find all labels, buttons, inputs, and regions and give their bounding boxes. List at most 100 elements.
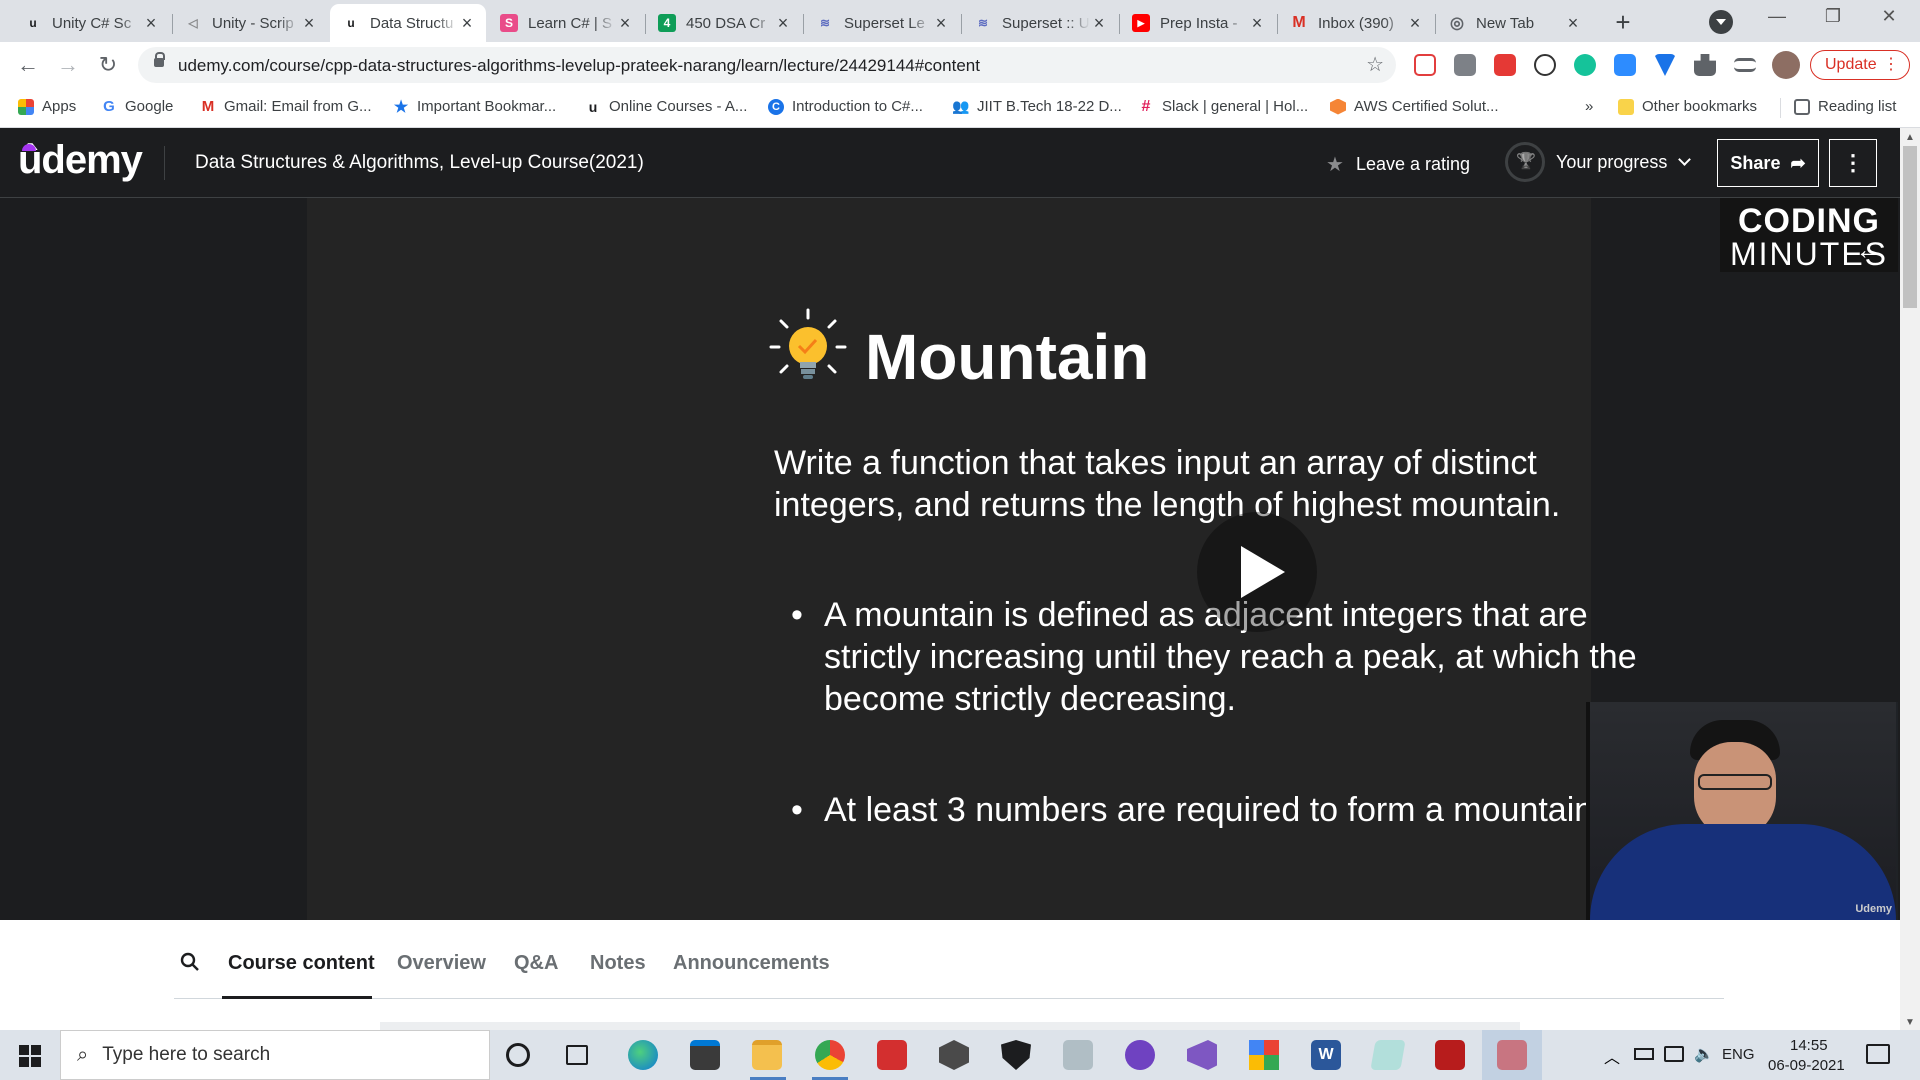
url-text[interactable]: udemy.com/course/cpp-data-structures-alg…	[178, 56, 980, 76]
security-shield-icon[interactable]	[1001, 1040, 1031, 1070]
volume-icon[interactable]: 🔈	[1694, 1044, 1714, 1064]
your-progress-dropdown[interactable]: Your progress	[1556, 152, 1692, 173]
close-tab-icon[interactable]: ×	[1564, 13, 1582, 34]
expand-sidebar-arrow-icon[interactable]: ←	[1855, 234, 1883, 266]
app-icon[interactable]	[1063, 1040, 1093, 1070]
update-button[interactable]: Update ⋮	[1810, 50, 1910, 80]
reload-icon[interactable]: ↻	[94, 51, 122, 79]
reading-list[interactable]: Reading list	[1794, 98, 1896, 115]
more-bookmarks-chevron[interactable]: »	[1585, 98, 1593, 115]
store-icon[interactable]	[690, 1040, 720, 1070]
scroll-thumb[interactable]	[1903, 146, 1917, 308]
tab-overview[interactable]: Overview	[397, 952, 486, 975]
app-icon[interactable]	[1249, 1040, 1279, 1070]
extensions-puzzle-icon[interactable]	[1694, 54, 1716, 76]
bookmark-jiit[interactable]: 👥 JIIT B.Tech 18-22 D...	[952, 98, 1122, 115]
bookmark-important[interactable]: ★ Important Bookmar...	[393, 98, 556, 116]
bookmark-star-icon[interactable]: ☆	[1366, 52, 1384, 77]
bookmark-aws[interactable]: AWS Certified Solut...	[1330, 98, 1499, 115]
show-hidden-icons-chevron-icon[interactable]: ︿	[1604, 1044, 1620, 1068]
file-explorer-icon[interactable]	[752, 1040, 782, 1070]
page-scrollbar[interactable]: ▲ ▼	[1900, 128, 1920, 1030]
task-view-icon[interactable]	[566, 1045, 588, 1065]
close-tab-icon[interactable]: ×	[300, 13, 318, 34]
network-icon[interactable]	[1664, 1046, 1684, 1062]
extension-icon[interactable]	[1654, 54, 1676, 76]
clock-time[interactable]: 14:55	[1790, 1037, 1828, 1054]
github-desktop-icon[interactable]	[1125, 1040, 1155, 1070]
udemy-logo[interactable]: ûdemy	[18, 138, 143, 183]
acrobat-icon[interactable]	[1435, 1040, 1465, 1070]
tab-notes[interactable]: Notes	[590, 952, 646, 975]
word-icon[interactable]: W	[1311, 1040, 1341, 1070]
trophy-icon[interactable]	[1505, 142, 1545, 182]
forward-icon[interactable]: →	[54, 51, 82, 79]
restore-icon[interactable]: ❐	[1810, 6, 1856, 36]
app-icon[interactable]	[877, 1040, 907, 1070]
minimize-icon[interactable]: —	[1754, 6, 1800, 36]
browser-tab[interactable]: S Learn C# | S ×	[488, 4, 644, 42]
close-tab-icon[interactable]: ×	[142, 13, 160, 34]
tab-search-icon[interactable]	[1709, 10, 1733, 34]
battery-icon[interactable]	[1634, 1048, 1654, 1060]
bookmark-online-courses[interactable]: u Online Courses - A...	[585, 98, 748, 115]
media-controls-icon[interactable]	[1734, 58, 1756, 72]
bookmark-other[interactable]: Other bookmarks	[1618, 98, 1757, 115]
back-icon[interactable]: ←	[14, 51, 42, 79]
avatar[interactable]	[1772, 51, 1800, 79]
course-title[interactable]: Data Structures & Algorithms, Level-up C…	[195, 152, 644, 174]
tab-course-content[interactable]: Course content	[228, 952, 375, 975]
extension-icon[interactable]	[1494, 54, 1516, 76]
browser-tab[interactable]: ◎ New Tab ×	[1436, 4, 1592, 42]
share-button[interactable]: Share ➦	[1717, 139, 1819, 187]
video-player[interactable]: CODING MINUTES Mountain Write a function…	[0, 198, 1900, 920]
scroll-up-icon[interactable]: ▲	[1905, 132, 1915, 143]
bookmark-gmail[interactable]: M Gmail: Email from G...	[200, 98, 372, 115]
extension-icon[interactable]	[1534, 54, 1556, 76]
browser-tab[interactable]: ≋ Superset Le ×	[804, 4, 960, 42]
extension-icon[interactable]	[1454, 54, 1476, 76]
close-tab-icon[interactable]: ×	[1090, 13, 1108, 34]
close-tab-icon[interactable]: ×	[616, 13, 634, 34]
browser-tab-active[interactable]: u Data Structu ×	[330, 4, 486, 42]
taskbar-search-box[interactable]: ⌕ Type here to search	[60, 1030, 490, 1080]
close-tab-icon[interactable]: ×	[774, 13, 792, 34]
bookmark-slack[interactable]: # Slack | general | Hol...	[1138, 98, 1309, 116]
bookmark-google[interactable]: G Google	[101, 98, 173, 115]
visual-studio-icon[interactable]	[1187, 1040, 1217, 1070]
pocket-extension-icon[interactable]	[1414, 54, 1436, 76]
close-tab-icon[interactable]: ×	[1406, 13, 1424, 34]
tab-qa[interactable]: Q&A	[514, 952, 558, 975]
zoom-extension-icon[interactable]	[1614, 54, 1636, 76]
more-options-button[interactable]: ⋮	[1829, 139, 1877, 187]
leave-rating-button[interactable]: ★ Leave a rating	[1326, 152, 1470, 177]
grammarly-extension-icon[interactable]	[1574, 54, 1596, 76]
browser-tab[interactable]: ▶ Prep Insta - ×	[1120, 4, 1276, 42]
app-icon[interactable]	[1370, 1040, 1406, 1070]
close-tab-icon[interactable]: ×	[1248, 13, 1266, 34]
browser-tab[interactable]: M Inbox (390) ×	[1278, 4, 1434, 42]
tab-announcements[interactable]: Announcements	[673, 952, 830, 975]
lecture-slide[interactable]: CODING MINUTES Mountain Write a function…	[307, 198, 1898, 920]
browser-tab[interactable]: ◁ Unity - Scrip ×	[172, 4, 328, 42]
cortana-icon[interactable]	[506, 1043, 530, 1067]
close-tab-icon[interactable]: ×	[458, 13, 476, 34]
address-bar[interactable]: udemy.com/course/cpp-data-structures-alg…	[138, 47, 1396, 83]
language-indicator[interactable]: ENG	[1722, 1046, 1755, 1063]
close-window-icon[interactable]: ✕	[1866, 6, 1912, 36]
search-icon[interactable]	[180, 952, 200, 978]
close-tab-icon[interactable]: ×	[932, 13, 950, 34]
chrome-icon[interactable]	[815, 1040, 845, 1070]
edge-icon[interactable]	[628, 1040, 658, 1070]
windows-start-icon[interactable]	[0, 1030, 58, 1080]
notification-center-icon[interactable]	[1866, 1044, 1890, 1064]
bookmark-intro-csharp[interactable]: C Introduction to C#...	[768, 98, 923, 115]
unity-icon[interactable]	[939, 1040, 969, 1070]
browser-tab[interactable]: u Unity C# Sc ×	[12, 4, 170, 42]
new-tab-button[interactable]: +	[1608, 8, 1638, 38]
play-button[interactable]	[1197, 512, 1317, 632]
bookmark-apps[interactable]: Apps	[18, 98, 76, 115]
browser-tab[interactable]: 4 450 DSA Cr ×	[646, 4, 802, 42]
clock-date[interactable]: 06-09-2021	[1768, 1057, 1845, 1074]
scroll-down-icon[interactable]: ▼	[1905, 1017, 1915, 1028]
